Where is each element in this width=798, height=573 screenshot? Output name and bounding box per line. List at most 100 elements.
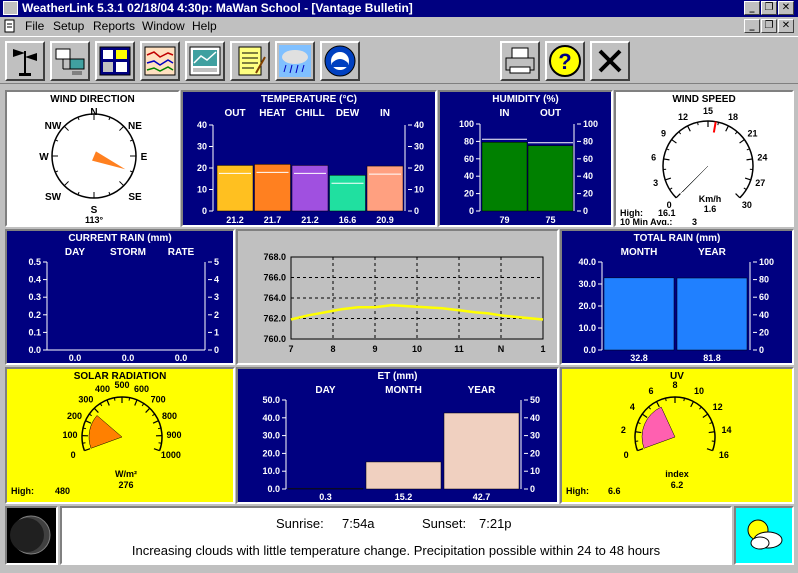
wind-speed-minor-tick [743,187,747,190]
plot-button[interactable] [185,41,225,81]
current-rain-right-tick-label: 4 [214,275,219,285]
forecast-panel: Sunrise: 7:54a Sunset: 7:21p Increasing … [60,506,732,565]
forecast-text: Increasing clouds with little temperatur… [131,543,661,558]
compass-ne-label: NE [128,121,142,132]
bulletin-button[interactable] [95,41,135,81]
menu-setup[interactable]: Setup [53,19,84,33]
notes-button[interactable] [230,41,270,81]
wind-speed-tick-label: 6 [651,152,656,162]
wind-speed-tick-mark [746,158,753,161]
solar-minor-tick [152,413,156,417]
current-rain-right-tick-label: 1 [214,327,219,337]
strip-chart-button[interactable] [140,41,180,81]
menu-bar: File Setup Reports Window Help _ ❐ ✕ [0,17,798,35]
minimize-icon[interactable]: _ [744,1,760,15]
et-left-tick-label: 30.0 [262,431,280,441]
current-rain-left-tick-label: 0.2 [28,310,41,320]
noaa-button[interactable] [320,41,360,81]
solar-unit: W/m² [115,469,137,479]
menu-help[interactable]: Help [192,19,217,33]
plot-icon [189,46,221,76]
compass-sw-label: SW [45,192,62,203]
compass-n-label: N [90,107,97,118]
exit-button[interactable] [590,41,630,81]
barometer-x-tick-label: 11 [454,344,464,354]
wind-tool-button[interactable] [5,41,45,81]
download-button[interactable] [50,41,90,81]
menu-file[interactable]: File [25,19,44,33]
total-rain-left-tick-label: 10.0 [578,323,596,333]
notepad-icon [238,46,266,76]
solar-high-value: 480 [55,486,71,496]
uv-tick-mark [706,448,713,452]
solar-tick-label: 300 [78,395,93,405]
strip-chart-icon [144,46,176,76]
doc-close-icon[interactable]: ✕ [778,19,794,33]
wind-speed-high-marker [712,121,717,133]
temp-left-tick-label: 10 [197,185,207,195]
total-rain-value-year: 81.8 [703,353,721,363]
noaa-logo-icon [324,45,356,77]
et-right-tick-label: 10 [530,466,540,476]
help-icon: ? [549,45,581,77]
partly-cloudy-icon [747,519,783,550]
wind-speed-tick-mark [675,193,681,199]
total-rain-right-tick-label: 100 [759,257,774,267]
wind-speed-tick-label: 15 [703,106,713,116]
et-right-tick-label: 40 [530,413,540,423]
app-icon[interactable] [3,1,18,15]
solar-tick-mark [85,420,92,424]
title-bar[interactable]: WeatherLink 5.3.1 02/18/04 4:30p: MaWan … [0,0,798,17]
menu-reports[interactable]: Reports [93,19,135,33]
uv-high-value: 6.6 [608,486,621,496]
compass-tick [129,139,133,142]
uv-tick-mark [641,413,648,418]
uv-current: 6.2 [671,480,684,490]
help-button[interactable]: ? [545,41,585,81]
current-rain-chart: 0.5 0.4 0.3 0.2 0.1 0.0 5 4 3 2 1 0 DAY 0.0 STORM 0.0 RA… [28,247,219,363]
et-right-tick-label: 0 [530,484,535,494]
uv-high-label: High: [566,486,589,496]
temp-bar-chill [291,165,329,212]
humidity-label-in: IN [500,108,510,119]
restore-icon[interactable]: ❐ [761,1,777,15]
solar-tick-label: 200 [67,411,82,421]
humidity-left-tick-label: 60 [464,154,474,164]
et-left-tick-label: 40.0 [262,413,280,423]
temp-bar-dew [329,175,366,212]
doc-minimize-icon[interactable]: _ [744,19,760,33]
barometer-x-tick-label: 1 [540,344,545,354]
uv-tick-label: 16 [719,450,729,460]
humidity-value-out: 75 [545,215,555,225]
moon-icon [10,515,51,555]
et-left-tick-label: 20.0 [262,448,280,458]
solar-radiation-gauge: 0 100 200 300400 500 600700 800 900 1000 W/m²276 [63,380,182,490]
moon-phase-panel [5,506,58,565]
temp-label-heat: HEAT [259,108,285,119]
wind-speed-tick-mark [687,125,691,132]
menu-window[interactable]: Window [142,19,185,33]
wind-speed-minor-tick [697,122,699,126]
humidity-left-tick-label: 20 [464,189,474,199]
sunset-label: Sunset: [422,516,467,531]
humidity-left-tick-label: 80 [464,136,474,146]
weather-button[interactable] [275,41,315,81]
wind-speed-needle [682,165,709,193]
close-icon[interactable]: ✕ [778,1,794,15]
total-rain-bar-month [603,277,675,351]
compass-tick [55,170,59,173]
temp-bar-in [366,165,404,212]
print-button[interactable] [500,41,540,81]
uv-unit: index [665,469,689,479]
compass-dial: N NE E SE S SW W NW 113° [39,107,147,225]
current-rain-label-day: DAY [65,247,86,258]
temp-left-tick-label: 40 [197,120,207,130]
doc-restore-icon[interactable]: ❐ [761,19,777,33]
document-icon[interactable] [3,19,17,33]
uv-tick-mark [635,431,642,434]
temp-label-chill: CHILL [295,108,324,119]
compass-tick [119,125,125,131]
uv-value-wedge [641,406,676,449]
compass-tick [119,181,125,187]
temp-left-tick-label: 20 [197,163,207,173]
